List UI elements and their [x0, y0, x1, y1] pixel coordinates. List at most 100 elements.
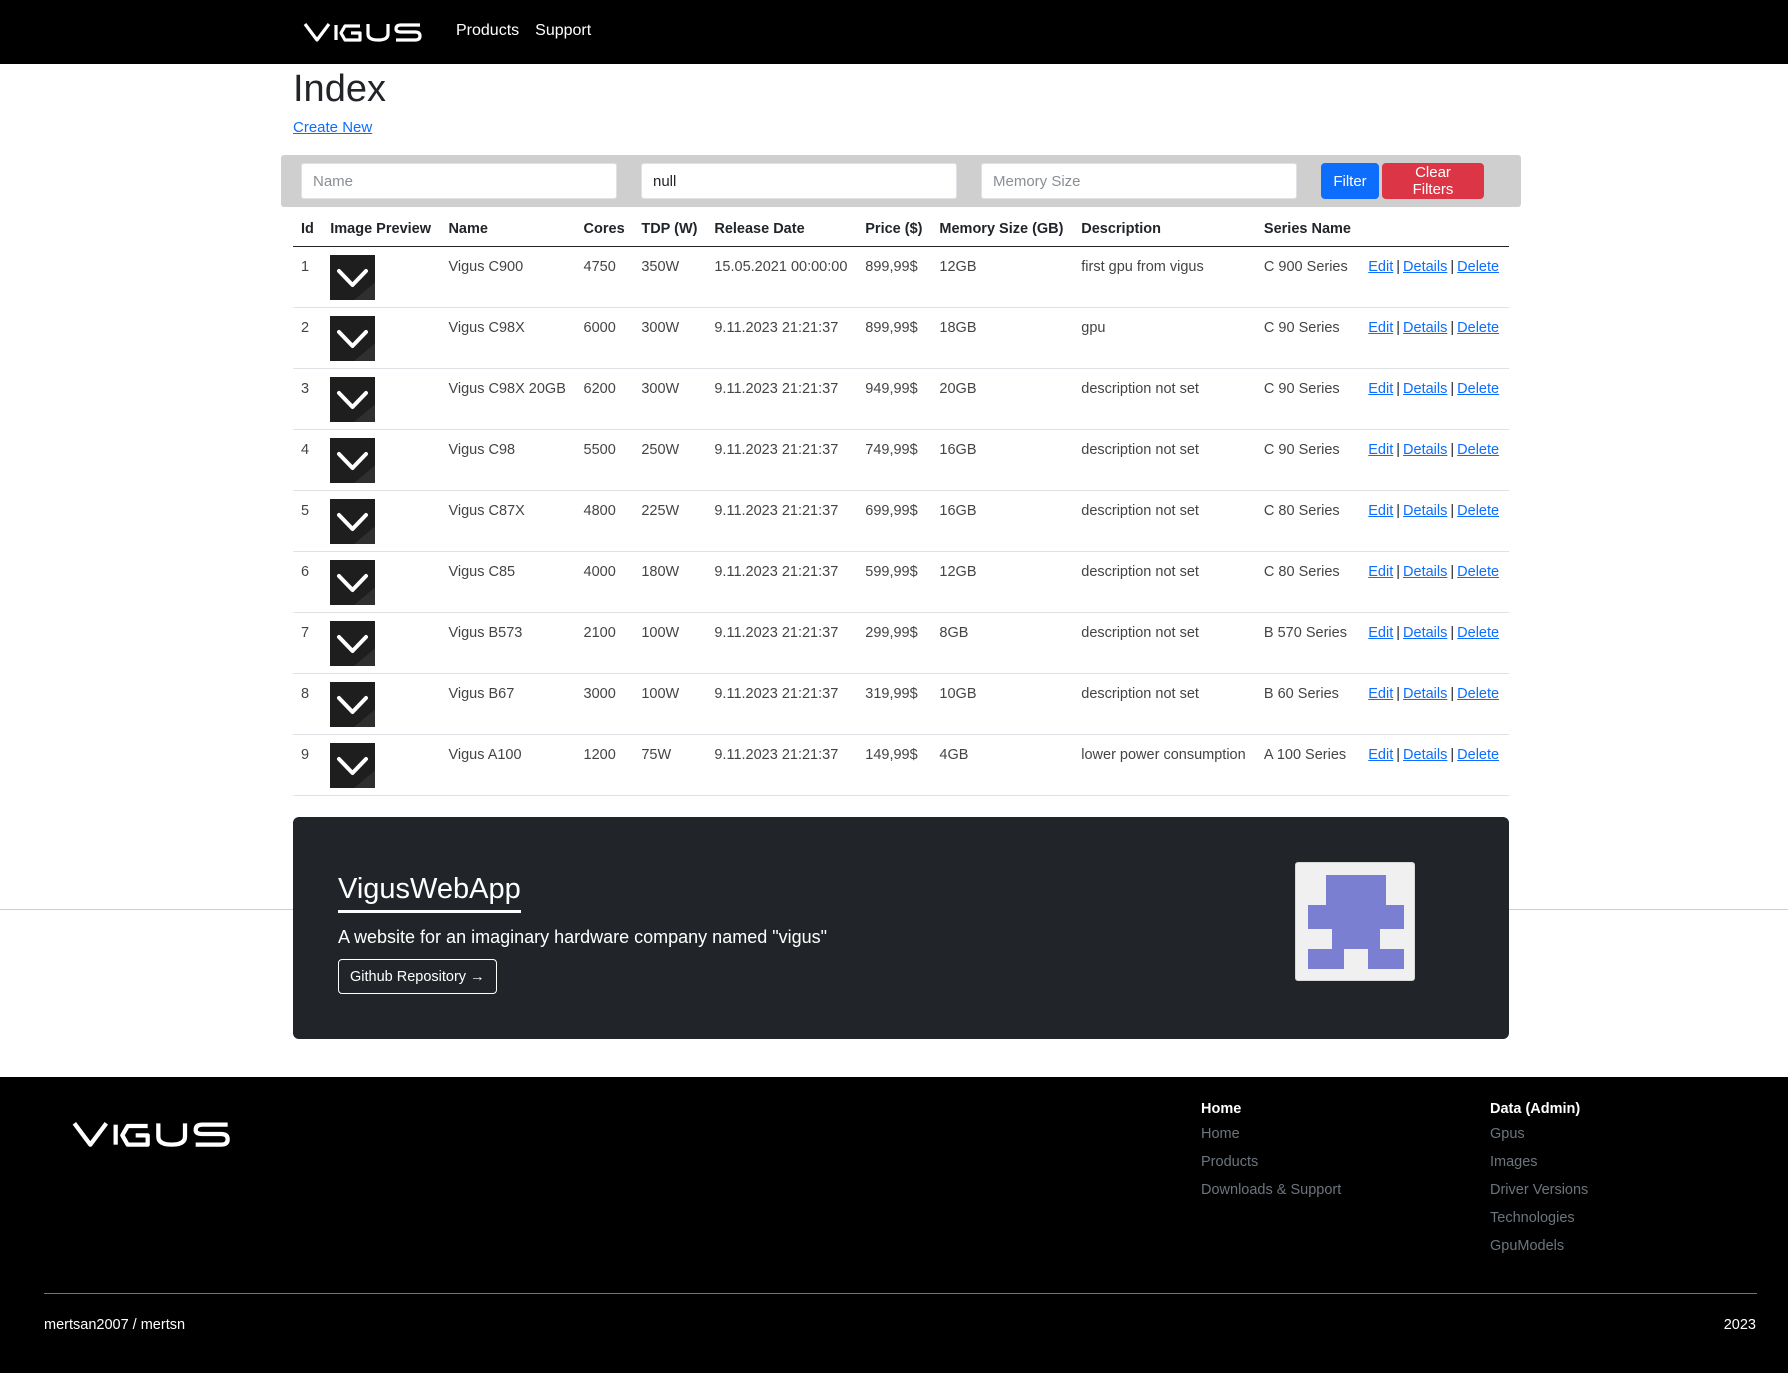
delete-link[interactable]: Delete: [1457, 259, 1499, 275]
header-cores[interactable]: Cores: [575, 212, 634, 247]
app-title: VigusWebApp: [338, 873, 521, 913]
cell-series: C 90 Series: [1255, 429, 1361, 491]
cell-release: 9.11.2023 21:21:37: [706, 551, 858, 613]
nav-products[interactable]: Products: [456, 22, 519, 40]
cell-release: 9.11.2023 21:21:37: [706, 368, 858, 430]
series-filter-input[interactable]: [641, 163, 957, 199]
cell-name: Vigus C87X: [440, 490, 576, 552]
details-link[interactable]: Details: [1403, 625, 1447, 641]
footer-link-gpus[interactable]: Gpus: [1490, 1126, 1588, 1142]
table-row: 3 Vigus C98X 20GB 6200 300W 9.11.2023 21:21:…: [293, 368, 1509, 430]
details-link[interactable]: Details: [1403, 564, 1447, 580]
cell-tdp: 100W: [633, 673, 707, 735]
table-header-row: Id Image Preview Name Cores TDP (W) Rele…: [293, 212, 1509, 247]
footer-link-downloads-support[interactable]: Downloads & Support: [1201, 1182, 1341, 1198]
cell-cores: 5500: [575, 429, 634, 491]
edit-link[interactable]: Edit: [1368, 564, 1393, 580]
gpu-chevron-icon: [330, 498, 376, 544]
table-row: 2 Vigus C98X 6000 300W 9.11.2023 21:21:37 899…: [293, 307, 1509, 369]
clear-filters-button[interactable]: Clear Filters: [1382, 163, 1484, 199]
cell-price: 299,99$: [857, 612, 932, 674]
cell-description: gpu: [1073, 307, 1256, 369]
cell-series: A 100 Series: [1255, 734, 1361, 796]
delete-link[interactable]: Delete: [1457, 686, 1499, 702]
footer-link-driver-versions[interactable]: Driver Versions: [1490, 1182, 1588, 1198]
footer-link-technologies[interactable]: Technologies: [1490, 1210, 1588, 1226]
edit-link[interactable]: Edit: [1368, 503, 1393, 519]
footer-link-home[interactable]: Home: [1201, 1126, 1341, 1142]
action-separator: |: [1450, 685, 1455, 702]
details-link[interactable]: Details: [1403, 381, 1447, 397]
header-series-name[interactable]: Series Name: [1255, 212, 1361, 247]
cell-series: C 80 Series: [1255, 551, 1361, 613]
cell-memory: 8GB: [931, 612, 1074, 674]
header-id[interactable]: Id: [293, 212, 323, 247]
action-separator: |: [1396, 746, 1401, 763]
header-image-preview[interactable]: Image Preview: [322, 212, 441, 247]
cell-description: description not set: [1073, 551, 1256, 613]
details-link[interactable]: Details: [1403, 259, 1447, 275]
header-description[interactable]: Description: [1073, 212, 1256, 247]
vigus-logo[interactable]: [303, 20, 425, 44]
edit-link[interactable]: Edit: [1368, 686, 1393, 702]
edit-link[interactable]: Edit: [1368, 442, 1393, 458]
nav-support[interactable]: Support: [535, 22, 591, 40]
cell-memory: 16GB: [931, 490, 1074, 552]
delete-link[interactable]: Delete: [1457, 625, 1499, 641]
footer-link-products[interactable]: Products: [1201, 1154, 1341, 1170]
filter-button[interactable]: Filter: [1321, 163, 1379, 199]
action-separator: |: [1396, 319, 1401, 336]
page-title: Index: [293, 68, 386, 110]
gpu-chevron-icon: [330, 742, 376, 788]
cell-memory: 20GB: [931, 368, 1074, 430]
row-actions: Edit | Details | Delete: [1360, 612, 1509, 674]
cell-memory: 4GB: [931, 734, 1074, 796]
delete-link[interactable]: Delete: [1457, 381, 1499, 397]
edit-link[interactable]: Edit: [1368, 259, 1393, 275]
details-link[interactable]: Details: [1403, 320, 1447, 336]
edit-link[interactable]: Edit: [1368, 320, 1393, 336]
header-price[interactable]: Price ($): [857, 212, 932, 247]
delete-link[interactable]: Delete: [1457, 320, 1499, 336]
edit-link[interactable]: Edit: [1368, 381, 1393, 397]
cell-release: 9.11.2023 21:21:37: [706, 307, 858, 369]
edit-link[interactable]: Edit: [1368, 625, 1393, 641]
github-repository-button[interactable]: Github Repository →: [338, 959, 497, 994]
footer-link-gpumodels[interactable]: GpuModels: [1490, 1238, 1588, 1254]
row-actions: Edit | Details | Delete: [1360, 734, 1509, 796]
edit-link[interactable]: Edit: [1368, 747, 1393, 763]
header-memory-size[interactable]: Memory Size (GB): [931, 212, 1074, 247]
row-actions: Edit | Details | Delete: [1360, 368, 1509, 430]
row-actions: Edit | Details | Delete: [1360, 307, 1509, 369]
delete-link[interactable]: Delete: [1457, 747, 1499, 763]
table-row: 5 Vigus C87X 4800 225W 9.11.2023 21:21:37 699…: [293, 490, 1509, 552]
cell-id: 1: [293, 246, 323, 308]
cell-description: description not set: [1073, 612, 1256, 674]
name-filter-input[interactable]: [301, 163, 617, 199]
details-link[interactable]: Details: [1403, 747, 1447, 763]
delete-link[interactable]: Delete: [1457, 503, 1499, 519]
action-separator: |: [1396, 258, 1401, 275]
cell-series: B 570 Series: [1255, 612, 1361, 674]
memory-size-filter-input[interactable]: [981, 163, 1297, 199]
row-actions: Edit | Details | Delete: [1360, 673, 1509, 735]
footer-admin-heading: Data (Admin): [1490, 1101, 1581, 1117]
header-release-date[interactable]: Release Date: [706, 212, 858, 247]
image-preview-cell: [322, 429, 441, 491]
cell-name: Vigus C98X: [440, 307, 576, 369]
details-link[interactable]: Details: [1403, 503, 1447, 519]
footer-link-images[interactable]: Images: [1490, 1154, 1588, 1170]
cell-memory: 18GB: [931, 307, 1074, 369]
details-link[interactable]: Details: [1403, 442, 1447, 458]
create-new-link[interactable]: Create New: [293, 119, 372, 136]
cell-memory: 12GB: [931, 246, 1074, 308]
delete-link[interactable]: Delete: [1457, 442, 1499, 458]
delete-link[interactable]: Delete: [1457, 564, 1499, 580]
header-tdp[interactable]: TDP (W): [633, 212, 707, 247]
cell-id: 8: [293, 673, 323, 735]
vigus-footer-logo[interactable]: [62, 1118, 244, 1150]
cell-series: C 90 Series: [1255, 307, 1361, 369]
details-link[interactable]: Details: [1403, 686, 1447, 702]
cell-tdp: 250W: [633, 429, 707, 491]
header-name[interactable]: Name: [440, 212, 576, 247]
